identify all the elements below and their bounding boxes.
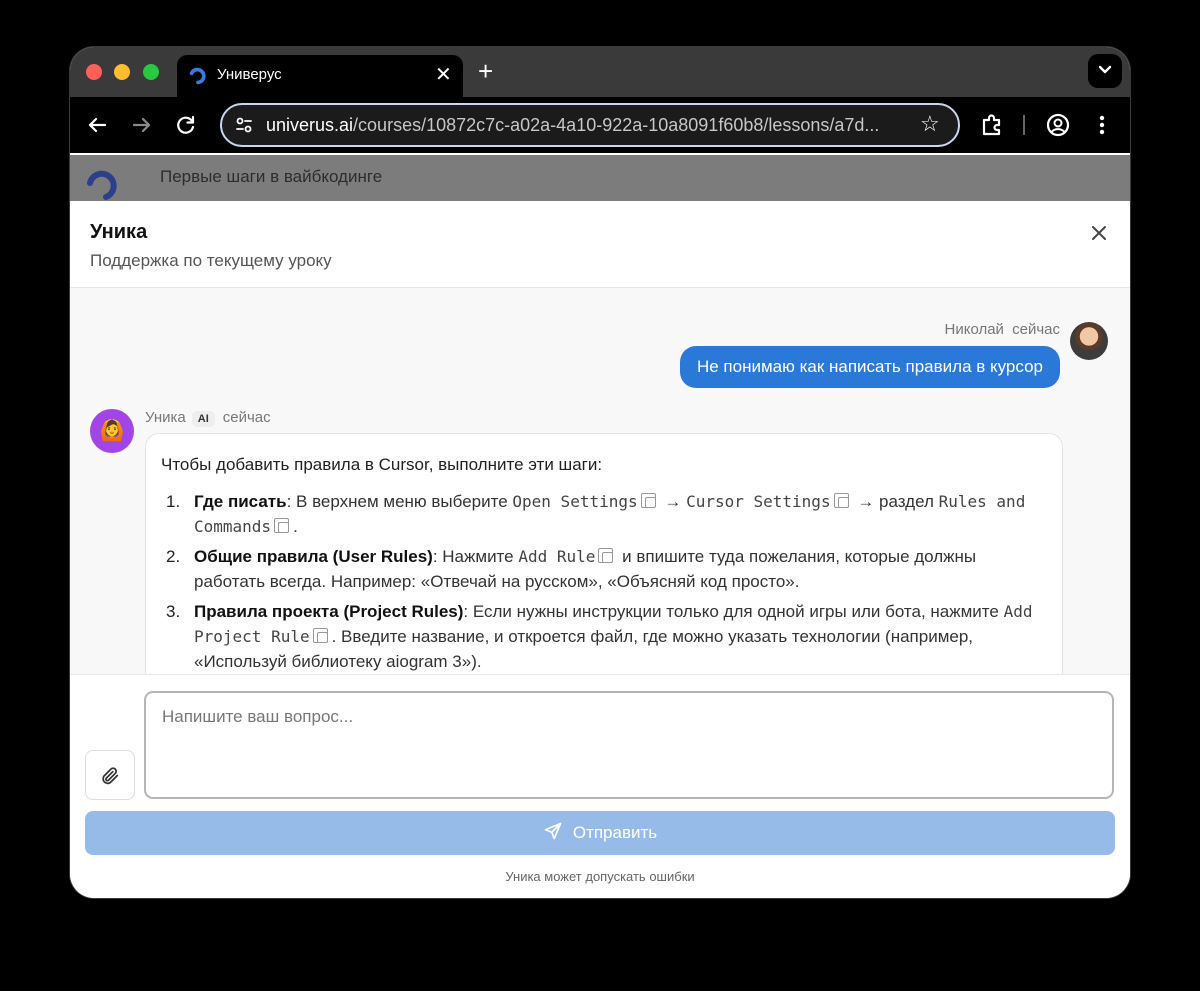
- course-header: Первые шаги в вайбкодинге: [70, 155, 1130, 201]
- copy-icon[interactable]: [598, 548, 614, 563]
- reload-icon: [177, 115, 195, 134]
- new-tab-button[interactable]: +: [478, 56, 493, 86]
- bot-name: Уника: [145, 409, 186, 426]
- site-settings-icon[interactable]: [234, 115, 254, 135]
- list-item: 2. Общие правила (User Rules): Нажмите A…: [166, 547, 977, 591]
- arrow-left-icon: [88, 117, 107, 133]
- minimize-window-button[interactable]: [114, 64, 130, 80]
- ai-badge: AI: [191, 411, 215, 427]
- course-title: Первые шаги в вайбкодинге: [160, 167, 383, 186]
- chat-composer: Отправить Уника может допускать ошибки: [70, 674, 1130, 898]
- chevron-down-icon: [1098, 65, 1112, 74]
- copy-icon[interactable]: [640, 493, 656, 508]
- bot-message-meta: Уника AI сейчас: [145, 409, 271, 427]
- bookmark-star-icon[interactable]: ☆: [920, 111, 940, 137]
- inline-code: Open Settings: [512, 492, 638, 511]
- chat-messages[interactable]: Николай сейчас Не понимаю как написать п…: [70, 288, 1130, 674]
- list-item: 1. Где писать: В верхнем меню выберите O…: [166, 492, 1026, 536]
- browser-toolbar: univerus.ai/courses/10872c7c-a02a-4a10-9…: [70, 97, 1130, 153]
- user-name: Николай: [944, 321, 1004, 338]
- chat-header: Уника Поддержка по текущему уроку: [70, 201, 1130, 288]
- bot-message-bubble: Чтобы добавить правила в Cursor, выполни…: [145, 433, 1063, 674]
- profile-icon[interactable]: [1044, 111, 1072, 139]
- inline-code: Add Rule: [518, 547, 596, 566]
- send-button[interactable]: Отправить: [85, 811, 1115, 855]
- forward-button[interactable]: [130, 113, 154, 137]
- chat-title: Уника: [90, 221, 148, 243]
- back-button[interactable]: [85, 113, 109, 137]
- copy-icon[interactable]: [274, 518, 290, 533]
- tab-search-button[interactable]: [1088, 54, 1122, 88]
- close-chat-button[interactable]: [1090, 221, 1108, 249]
- maximize-window-button[interactable]: [143, 64, 159, 80]
- list-item: 3. Правила проекта (Project Rules): Если…: [166, 602, 1033, 671]
- url-text[interactable]: univerus.ai/courses/10872c7c-a02a-4a10-9…: [266, 115, 879, 136]
- attach-button[interactable]: [85, 750, 135, 800]
- bot-intro-text: Чтобы добавить правила в Cursor, выполни…: [161, 455, 603, 474]
- inline-code: Cursor Settings: [686, 492, 831, 511]
- extensions-puzzle-icon[interactable]: [978, 111, 1006, 139]
- chat-subtitle: Поддержка по текущему уроку: [90, 251, 332, 270]
- user-message-meta: Николай сейчас: [945, 321, 1061, 338]
- question-input[interactable]: [144, 691, 1114, 799]
- paperclip-icon: [102, 767, 119, 785]
- send-icon: [544, 822, 562, 840]
- user-avatar: [1070, 322, 1108, 360]
- univerus-logo-icon: [189, 67, 206, 85]
- disclaimer-text: Уника может допускать ошибки: [505, 869, 695, 884]
- user-message-time: сейчас: [1012, 321, 1060, 338]
- steps-list: 1. Где писать: В верхнем меню выберите O…: [161, 489, 1051, 674]
- browser-tab[interactable]: Универус ✕: [177, 55, 463, 97]
- close-window-button[interactable]: [86, 64, 102, 80]
- copy-icon[interactable]: [312, 628, 328, 643]
- user-message-bubble: Не понимаю как написать правила в курсор: [679, 346, 1060, 388]
- copy-icon[interactable]: [833, 493, 849, 508]
- univerus-logo-icon: [87, 170, 117, 200]
- bot-message-time: сейчас: [222, 409, 271, 426]
- send-button-label: Отправить: [572, 823, 658, 842]
- tab-title: Универус: [217, 66, 282, 83]
- tab-close-icon[interactable]: ✕: [435, 62, 452, 88]
- browser-window: Универус ✕ + univerus.ai/courses/10872c7…: [70, 47, 1130, 898]
- bot-avatar: 🙆: [90, 409, 134, 453]
- close-icon: [1092, 226, 1106, 240]
- toolbar-divider: [1023, 115, 1025, 135]
- more-menu-icon[interactable]: [1088, 111, 1116, 139]
- address-bar[interactable]: univerus.ai/courses/10872c7c-a02a-4a10-9…: [220, 103, 960, 147]
- tab-strip: Универус ✕ +: [70, 47, 1130, 97]
- arrow-right-icon: [132, 117, 151, 133]
- reload-button[interactable]: [174, 113, 198, 137]
